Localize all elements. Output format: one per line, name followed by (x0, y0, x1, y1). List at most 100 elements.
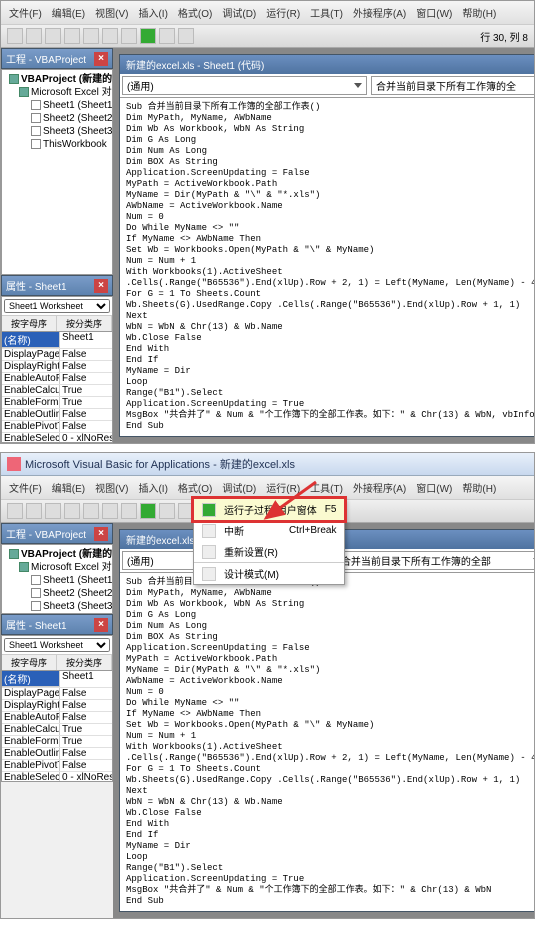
prop-value[interactable]: False (60, 688, 112, 699)
close-icon[interactable]: × (94, 279, 108, 293)
prop-key: EnableCalculat (2, 385, 60, 396)
objects-folder[interactable]: Microsoft Excel 对象 (31, 87, 113, 98)
prop-value[interactable]: True (60, 385, 112, 396)
copy-icon[interactable] (64, 503, 80, 519)
project-tree[interactable]: VBAProject (新建的) Microsoft Excel 对象 Shee… (1, 69, 113, 275)
prop-value[interactable]: False (60, 421, 112, 432)
prop-value[interactable]: 0 - xlNoRestr (60, 772, 112, 781)
code-editor[interactable]: Sub 合并当前目录下所有工作簿的全部工作表() Dim MyPath, MyN… (120, 573, 535, 911)
reset-item[interactable]: 重新设置(R) (194, 541, 344, 562)
menu-file[interactable]: 文件(F) (5, 3, 46, 22)
menu-edit[interactable]: 编辑(E) (48, 478, 89, 497)
menu-edit[interactable]: 编辑(E) (48, 3, 89, 22)
menu-debug[interactable]: 调试(D) (218, 3, 260, 22)
menu-insert[interactable]: 插入(I) (134, 478, 171, 497)
undo-icon[interactable] (102, 503, 118, 519)
menu-view[interactable]: 视图(V) (91, 478, 132, 497)
copy-icon[interactable] (64, 28, 80, 44)
object-selector[interactable]: Sheet1 Worksheet (4, 299, 110, 313)
prop-value[interactable]: False (60, 712, 112, 723)
cut-icon[interactable] (45, 503, 61, 519)
properties-title-text: 属性 - Sheet1 (6, 617, 67, 632)
sheet1-node[interactable]: Sheet1 (Sheet1) (43, 575, 113, 586)
sheet3-node[interactable]: Sheet3 (Sheet3) (43, 126, 113, 137)
menu-file[interactable]: 文件(F) (5, 478, 46, 497)
break-icon[interactable] (159, 28, 175, 44)
project-tree[interactable]: VBAProject (新建的) Microsoft Excel 对象 Shee… (1, 544, 113, 614)
menu-window[interactable]: 窗口(W) (412, 3, 456, 22)
property-grid[interactable]: (名称)Sheet1DisplayPageBreFalseDisplayRigh… (2, 332, 112, 442)
undo-icon[interactable] (102, 28, 118, 44)
menu-help[interactable]: 帮助(H) (458, 3, 500, 22)
prop-value[interactable]: False (60, 373, 112, 384)
prop-value[interactable]: True (60, 397, 112, 408)
cut-icon[interactable] (45, 28, 61, 44)
save-icon[interactable] (26, 503, 42, 519)
save-icon[interactable] (26, 28, 42, 44)
procedure-dropdown[interactable]: 合并当前目录下所有工作簿的全部 (336, 551, 535, 570)
prop-value[interactable]: True (60, 736, 112, 747)
workbook-node[interactable]: ThisWorkbook (43, 139, 107, 150)
project-pane-title: 工程 - VBAProject × (1, 523, 113, 544)
sheet2-node[interactable]: Sheet2 (Sheet2) (43, 588, 113, 599)
tab-alphabetic[interactable]: 按字母序 (2, 655, 57, 670)
app-title-text: Microsoft Visual Basic for Applications … (25, 456, 295, 472)
menu-insert[interactable]: 插入(I) (134, 3, 171, 22)
close-icon[interactable]: × (94, 527, 108, 541)
menu-help[interactable]: 帮助(H) (458, 478, 500, 497)
prop-key: EnableSelectio (2, 772, 60, 781)
prop-key: (名称) (2, 671, 60, 687)
properties-pane: Sheet1 Worksheet 按字母序 按分类序 (名称)Sheet1Dis… (1, 296, 113, 443)
object-dropdown[interactable]: (通用) (122, 76, 367, 95)
procedure-dropdown[interactable]: 合并当前目录下所有工作簿的全 (371, 76, 535, 95)
menu-format[interactable]: 格式(O) (174, 3, 216, 22)
project-root[interactable]: VBAProject (新建的) (21, 74, 113, 85)
prop-value[interactable]: False (60, 748, 112, 759)
excel-icon[interactable] (7, 503, 23, 519)
project-root[interactable]: VBAProject (新建的) (21, 549, 113, 560)
sheet2-node[interactable]: Sheet2 (Sheet2) (43, 113, 113, 124)
prop-value[interactable]: 0 - xlNoRestr (60, 433, 112, 442)
prop-value[interactable]: False (60, 349, 112, 360)
paste-icon[interactable] (83, 503, 99, 519)
design-icon (202, 567, 216, 581)
reset-icon[interactable] (178, 28, 194, 44)
redo-icon[interactable] (121, 503, 137, 519)
menu-window[interactable]: 窗口(W) (412, 478, 456, 497)
menu-addins[interactable]: 外接程序(A) (349, 478, 410, 497)
close-icon[interactable]: × (94, 618, 108, 632)
paste-icon[interactable] (83, 28, 99, 44)
menu-view[interactable]: 视图(V) (91, 3, 132, 22)
menu-debug[interactable]: 调试(D) (218, 478, 260, 497)
project-title-text: 工程 - VBAProject (6, 51, 86, 66)
prop-value[interactable]: Sheet1 (60, 671, 112, 687)
tab-categorized[interactable]: 按分类序 (57, 655, 112, 670)
object-selector[interactable]: Sheet1 Worksheet (4, 638, 110, 652)
tab-categorized[interactable]: 按分类序 (57, 316, 112, 331)
menu-run[interactable]: 运行(R) (262, 3, 304, 22)
code-editor[interactable]: Sub 合并当前目录下所有工作簿的全部工作表() Dim MyPath, MyN… (120, 98, 535, 436)
prop-key: DisplayPageBre (2, 349, 60, 360)
tab-alphabetic[interactable]: 按字母序 (2, 316, 57, 331)
prop-value[interactable]: False (60, 760, 112, 771)
prop-value[interactable]: False (60, 409, 112, 420)
sheet1-node[interactable]: Sheet1 (Sheet1) (43, 100, 113, 111)
menu-addins[interactable]: 外接程序(A) (349, 3, 410, 22)
run-icon[interactable] (140, 503, 156, 519)
prop-value[interactable]: False (60, 361, 112, 372)
objects-folder[interactable]: Microsoft Excel 对象 (31, 562, 113, 573)
design-mode-item[interactable]: 设计模式(M) (194, 563, 344, 584)
excel-icon[interactable] (7, 28, 23, 44)
prop-value[interactable]: True (60, 724, 112, 735)
sheet3-node[interactable]: Sheet3 (Sheet3) (43, 601, 113, 612)
break-icon[interactable] (159, 503, 175, 519)
prop-value[interactable]: Sheet1 (60, 332, 112, 348)
app-titlebar: Microsoft Visual Basic for Applications … (1, 453, 534, 476)
menu-tools[interactable]: 工具(T) (306, 3, 347, 22)
property-grid[interactable]: (名称)Sheet1DisplayPageBreFalseDisplayRigh… (2, 671, 112, 781)
prop-value[interactable]: False (60, 700, 112, 711)
run-icon[interactable] (140, 28, 156, 44)
redo-icon[interactable] (121, 28, 137, 44)
close-icon[interactable]: × (94, 52, 108, 66)
menu-format[interactable]: 格式(O) (174, 478, 216, 497)
